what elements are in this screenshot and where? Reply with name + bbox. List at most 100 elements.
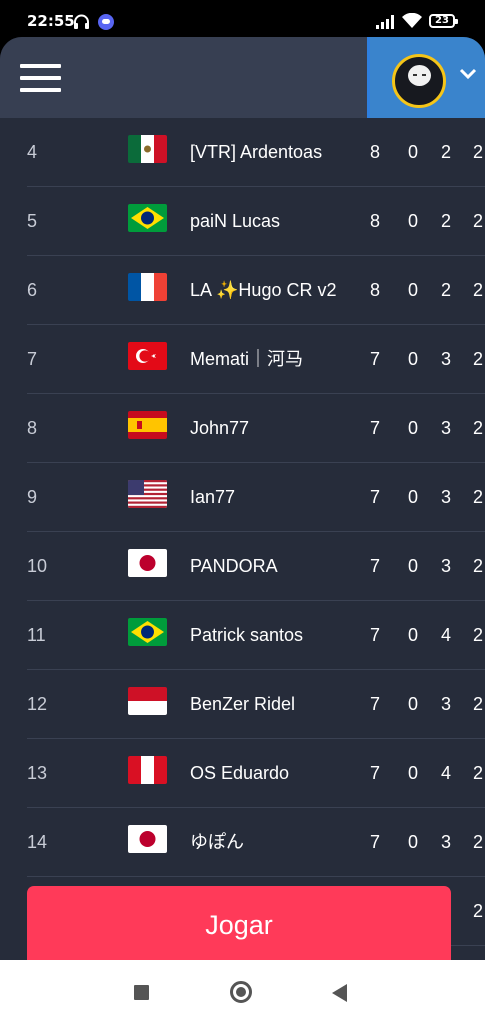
player-name: paiN Lucas — [190, 211, 281, 231]
table-row[interactable]: 9 Ian77 7 0 3 2 — [27, 463, 485, 532]
stat-losses: 3 — [441, 832, 452, 852]
flag-icon — [128, 687, 167, 715]
stat-draws: 0 — [408, 418, 419, 438]
stat-losses: 2 — [441, 142, 452, 162]
signal-icon — [376, 14, 396, 33]
rank: 11 — [27, 625, 46, 645]
stat-points: 2 — [473, 487, 484, 507]
stat-wins: 8 — [370, 280, 381, 300]
flag-icon — [128, 273, 167, 301]
table-row[interactable]: 11 Patrick santos 7 0 4 2 — [27, 601, 485, 670]
rank: 6 — [27, 280, 38, 300]
battery-icon: 23 — [429, 14, 458, 28]
home-icon[interactable] — [230, 981, 252, 1003]
rank: 12 — [27, 694, 48, 714]
status-bar: 22:55 23 — [0, 0, 485, 40]
leaderboard-list: 4 [VTR] Ardentoas 8 0 2 2 5 paiN Lucas 8 0 2 2 6 LA ✨… — [0, 118, 485, 877]
flag-icon — [128, 756, 167, 784]
stat-points: 2 — [473, 763, 484, 783]
stat-points: 2 — [473, 556, 484, 576]
player-name: PANDORA — [190, 556, 278, 576]
stat-losses: 3 — [441, 349, 452, 369]
table-row[interactable]: 14 ゆぽん 7 0 3 2 — [27, 808, 485, 877]
table-row[interactable]: 10 PANDORA 7 0 3 2 — [27, 532, 485, 601]
stat-draws: 0 — [408, 556, 419, 576]
recents-icon[interactable] — [134, 985, 149, 1000]
back-icon[interactable] — [332, 984, 347, 1002]
stat-points: 2 — [473, 211, 484, 231]
top-bar — [0, 37, 485, 118]
player-name: BenZer Ridel — [190, 694, 296, 714]
profile-menu-button[interactable] — [367, 37, 485, 118]
stat-points: 2 — [473, 280, 484, 300]
rank: 7 — [27, 349, 38, 369]
stat-draws: 0 — [408, 211, 419, 231]
flag-icon — [128, 135, 167, 163]
stat-wins: 7 — [370, 349, 381, 369]
stat-points: 2 — [473, 694, 484, 714]
table-row[interactable]: 12 BenZer Ridel 7 0 3 2 — [27, 670, 485, 739]
player-name: Patrick santos — [190, 625, 304, 645]
stat-draws: 0 — [408, 142, 419, 162]
headset-icon — [73, 14, 90, 33]
table-row[interactable]: 4 [VTR] Ardentoas 8 0 2 2 — [27, 118, 485, 187]
stat-losses: 3 — [441, 556, 452, 576]
player-name: OS Eduardo — [190, 763, 290, 783]
table-row[interactable]: 13 OS Eduardo 7 0 4 2 — [27, 739, 485, 808]
stat-points: 2 — [473, 142, 484, 162]
player-name: John77 — [190, 418, 250, 438]
stat-draws: 0 — [408, 349, 419, 369]
flag-icon — [128, 411, 167, 439]
hamburger-menu-icon[interactable] — [20, 64, 61, 92]
stat-wins: 7 — [370, 694, 381, 714]
stat-wins: 7 — [370, 763, 381, 783]
stat-wins: 7 — [370, 832, 381, 852]
stat-losses: 2 — [441, 211, 452, 231]
stat-losses: 3 — [441, 694, 452, 714]
player-name: LA ✨Hugo CR v2 — [190, 280, 337, 300]
stat-wins: 8 — [370, 211, 381, 231]
stat-wins: 7 — [370, 625, 381, 645]
table-row[interactable]: 6 LA ✨Hugo CR v2 8 0 2 2 — [27, 256, 485, 325]
stat-losses: 4 — [441, 625, 452, 645]
app-container: 4 [VTR] Ardentoas 8 0 2 2 5 paiN Lucas 8 0 2 2 6 LA ✨… — [0, 37, 485, 960]
stat-wins: 7 — [370, 487, 381, 507]
avatar[interactable] — [392, 54, 446, 108]
rank: 9 — [27, 487, 38, 507]
stat-draws: 0 — [408, 487, 419, 507]
player-name: [VTR] Ardentoas — [190, 142, 323, 162]
table-row[interactable]: 8 John77 7 0 3 2 — [27, 394, 485, 463]
flag-icon — [128, 549, 167, 577]
rank: 13 — [27, 763, 48, 783]
stat-draws: 0 — [408, 763, 419, 783]
stat-points: 2 — [473, 901, 484, 921]
flag-icon — [128, 825, 167, 853]
rank: 8 — [27, 418, 38, 438]
rank: 10 — [27, 556, 48, 576]
chevron-down-icon[interactable] — [459, 67, 477, 85]
table-row[interactable]: 5 paiN Lucas 8 0 2 2 — [27, 187, 485, 256]
rank: 14 — [27, 832, 48, 852]
stat-draws: 0 — [408, 625, 419, 645]
stat-losses: 3 — [441, 418, 452, 438]
discord-icon — [98, 14, 114, 30]
play-button[interactable]: Jogar — [27, 886, 451, 960]
rank: 4 — [27, 142, 38, 162]
status-time: 22:55 — [27, 12, 75, 30]
stat-losses: 4 — [441, 763, 452, 783]
stat-wins: 7 — [370, 418, 381, 438]
rank: 5 — [27, 211, 38, 231]
player-name: Memati｜河马 — [190, 349, 304, 369]
flag-icon — [128, 204, 167, 232]
player-name: Ian77 — [190, 487, 236, 507]
stat-draws: 0 — [408, 280, 419, 300]
flag-icon — [128, 342, 167, 370]
stat-wins: 7 — [370, 556, 381, 576]
wifi-icon — [402, 12, 422, 32]
table-row[interactable]: 7 Memati｜河马 7 0 3 2 — [27, 325, 485, 394]
flag-icon — [128, 480, 167, 508]
player-name: ゆぽん — [190, 832, 244, 852]
stat-losses: 2 — [441, 280, 452, 300]
stat-draws: 0 — [408, 832, 419, 852]
stat-points: 2 — [473, 625, 484, 645]
